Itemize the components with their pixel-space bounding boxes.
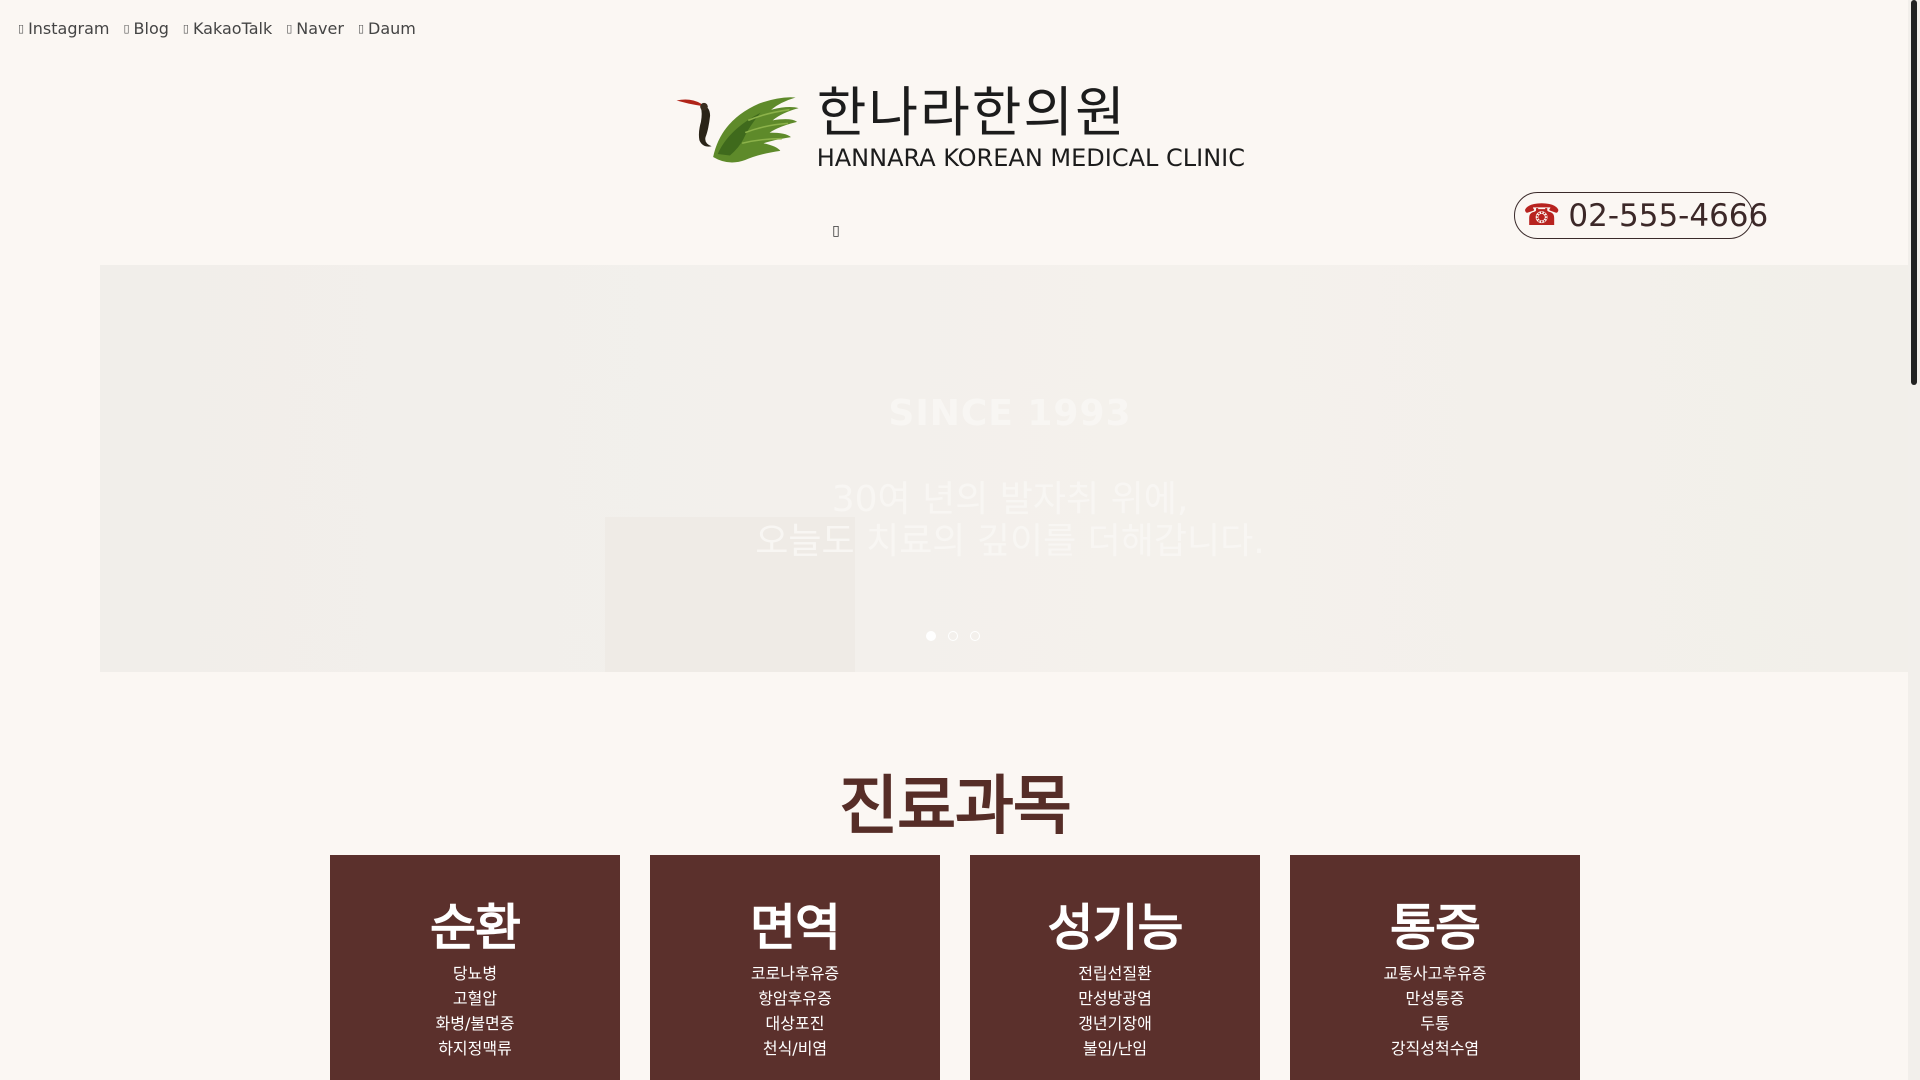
departments-title: 진료과목: [839, 770, 1072, 844]
hero-tagline-line1: 30여 년의 발자취 위에,: [831, 479, 1189, 520]
social-label: KakaoTalk: [192, 19, 273, 38]
department-cards: 순환 당뇨병 고혈압 화병/불면증 하지정맥류 면역 코로나후유증 항암후유증 …: [330, 855, 1580, 1080]
card-item: 화병/불면증: [435, 1014, 515, 1033]
card-title: 성기능: [1047, 899, 1184, 957]
department-card-sexual-function[interactable]: 성기능 전립선질환 만성방광염 갱년기장애 불임/난임: [970, 855, 1260, 1080]
logo-korean-text: 한나라한의원: [816, 81, 1127, 144]
phone-number: 02-555-4666: [1568, 197, 1769, 234]
card-title: 통증: [1390, 899, 1481, 957]
social-label: Instagram: [28, 19, 110, 38]
card-item: 만성통증: [1405, 989, 1465, 1008]
card-item: 항암후유증: [758, 989, 832, 1008]
card-item: 고혈압: [452, 989, 498, 1008]
instagram-icon: ▯: [18, 22, 25, 35]
card-item: 만성방광염: [1078, 989, 1152, 1008]
telephone-icon: ☎: [1523, 197, 1561, 233]
social-link-naver[interactable]: ▯ Naver: [286, 19, 344, 38]
hero-since-text: SINCE 1993: [888, 393, 1132, 434]
clinic-logo[interactable]: 한나라한의원 HANNARA KOREAN MEDICAL CLINIC: [675, 78, 1245, 178]
card-item: 갱년기장애: [1078, 1014, 1152, 1033]
social-links: ▯ Instagram ▯ Blog ▯ KakaoTalk ▯ Naver ▯…: [18, 19, 416, 38]
card-item: 대상포진: [765, 1014, 825, 1033]
slider-dot-3[interactable]: [970, 631, 980, 641]
social-link-kakaotalk[interactable]: ▯ KakaoTalk: [183, 19, 272, 38]
card-item: 교통사고후유증: [1383, 964, 1487, 983]
social-label: Daum: [368, 19, 416, 38]
slider-dot-1[interactable]: [926, 631, 936, 641]
department-card-pain[interactable]: 통증 교통사고후유증 만성통증 두통 강직성척수염: [1290, 855, 1580, 1080]
department-card-circulation[interactable]: 순환 당뇨병 고혈압 화병/불면증 하지정맥류: [330, 855, 620, 1080]
card-title: 순환: [430, 899, 521, 957]
card-item: 코로나후유증: [750, 964, 840, 983]
social-link-blog[interactable]: ▯ Blog: [123, 19, 168, 38]
card-item: 강직성척수염: [1390, 1039, 1480, 1058]
social-link-daum[interactable]: ▯ Daum: [358, 19, 416, 38]
naver-icon: ▯: [286, 22, 293, 35]
blog-icon: ▯: [123, 22, 130, 35]
crane-logo-icon: [676, 97, 799, 163]
slider-dot-2[interactable]: [948, 631, 958, 641]
logo-english-text: HANNARA KOREAN MEDICAL CLINIC: [816, 144, 1245, 172]
hero-tagline: 30여 년의 발자취 위에, 오늘도 치료의 깊이를 더해갑니다.: [100, 479, 1920, 563]
card-item: 천식/비염: [762, 1039, 828, 1058]
phone-button[interactable]: ☎ 02-555-4666: [1514, 192, 1768, 239]
card-item: 당뇨병: [452, 964, 498, 983]
kakaotalk-icon: ▯: [182, 22, 189, 35]
card-item: 불임/난임: [1082, 1039, 1148, 1058]
card-item: 두통: [1420, 1014, 1450, 1033]
scrollbar-thumb[interactable]: [1911, 0, 1917, 385]
hero-tagline-line2: 오늘도 치료의 깊이를 더해갑니다.: [755, 521, 1265, 562]
card-item: 하지정맥류: [438, 1039, 512, 1058]
slider-pagination: [926, 631, 980, 641]
daum-icon: ▯: [357, 22, 364, 35]
menu-icon[interactable]: ▯: [828, 220, 844, 242]
card-item: 전립선질환: [1078, 964, 1152, 983]
social-link-instagram[interactable]: ▯ Instagram: [18, 19, 109, 38]
department-card-immunity[interactable]: 면역 코로나후유증 항암후유증 대상포진 천식/비염: [650, 855, 940, 1080]
social-label: Blog: [133, 19, 169, 38]
page-scrollbar[interactable]: [1908, 0, 1920, 1080]
social-label: Naver: [296, 19, 344, 38]
card-title: 면역: [750, 899, 841, 957]
hero-slider[interactable]: SINCE 1993 30여 년의 발자취 위에, 오늘도 치료의 깊이를 더해…: [100, 265, 1920, 672]
